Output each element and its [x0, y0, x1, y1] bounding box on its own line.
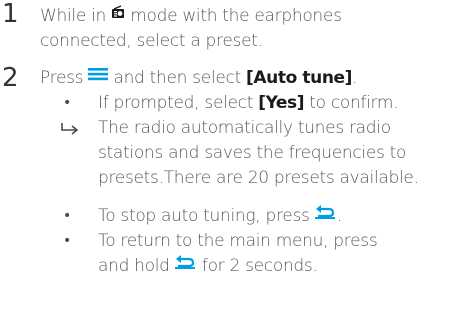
auto-tune-option: [Auto tune]	[246, 68, 353, 88]
result-arrow-icon	[60, 117, 80, 139]
step-1-text-post: mode with the earphones	[125, 6, 342, 26]
sub-bullet-3-text: and hold	[98, 256, 175, 276]
sub-bullet-3-line-1: To return to the main menu, press	[98, 231, 378, 251]
back-icon	[314, 203, 337, 225]
sub-bullet-1-text-post: to confirm.	[304, 93, 399, 113]
step-2-line-1: Press and then select [Auto tune].	[40, 67, 357, 89]
step-2-text-post: .	[352, 68, 358, 88]
radio-mode-icon	[111, 3, 125, 25]
bullet-marker: •	[63, 95, 72, 111]
back-icon	[174, 253, 197, 275]
sub-bullet-2-text: To stop auto tuning, press	[98, 206, 315, 226]
step-number: 2	[2, 63, 19, 93]
result-line-3: presets.There are 20 presets available.	[98, 168, 419, 188]
sub-bullet-1: If prompted, select [Yes] to confirm.	[98, 92, 399, 114]
result-line-2: stations and saves the frequencies to	[98, 143, 407, 163]
result-line-1: The radio automatically tunes radio	[98, 118, 391, 138]
step-1-text: While in	[40, 6, 112, 26]
sub-bullet-3-line-2: and hold for 2 seconds.	[98, 255, 318, 277]
step-number: 1	[2, 0, 19, 29]
sub-bullet-1-text: If prompted, select	[98, 93, 259, 113]
step-1-line-1: While in mode with the earphones	[40, 5, 342, 27]
sub-bullet-3-text-post: for 2 seconds.	[196, 256, 318, 276]
bullet-marker: •	[63, 208, 72, 224]
yes-option: [Yes]	[258, 93, 305, 113]
sub-bullet-2-text-post: .	[336, 206, 342, 226]
step-1-line-2: connected, select a preset.	[40, 31, 263, 51]
step-2-text-mid: and then select	[108, 68, 247, 88]
menu-icon	[88, 65, 109, 87]
step-2-text: Press	[40, 68, 89, 88]
sub-bullet-2: To stop auto tuning, press .	[98, 205, 342, 227]
bullet-marker: •	[63, 233, 72, 249]
